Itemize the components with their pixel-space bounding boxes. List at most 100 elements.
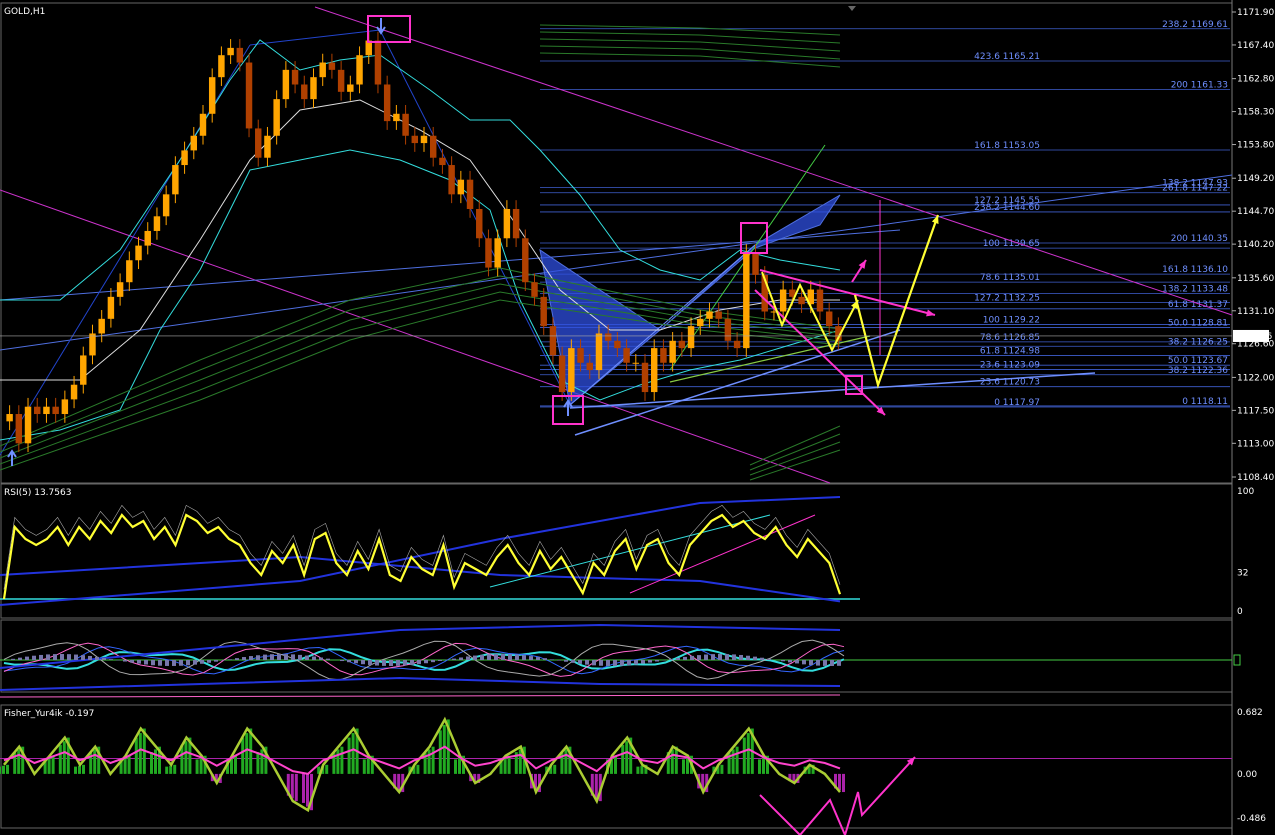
candle-body: [715, 311, 722, 319]
envelope-line: [0, 299, 841, 471]
chart-title: GOLD,H1: [4, 7, 45, 17]
osc-histogram-bar: [704, 654, 708, 660]
osc-histogram-bar: [606, 660, 610, 666]
osc-histogram-bar: [144, 660, 148, 665]
fib-level-label: 23.6 1123.09: [980, 360, 1040, 370]
yellow-arrow-head: [931, 215, 939, 224]
current-price-text: 1127.66: [1235, 332, 1272, 342]
candle-body: [586, 362, 593, 371]
candle-body: [328, 62, 336, 70]
candle-body: [439, 157, 446, 166]
osc-histogram-bar: [277, 654, 281, 660]
fib-level-label: 261.8 1147.22: [1162, 184, 1228, 194]
osc-histogram-bar: [732, 654, 736, 660]
rsi-y-label: 100: [1237, 487, 1254, 497]
candle-body: [540, 296, 547, 327]
candle-body: [199, 113, 207, 136]
candle-body: [577, 348, 584, 363]
candle-body: [172, 165, 179, 195]
fisher-histogram-bar: [184, 741, 188, 774]
envelope-line: [749, 441, 841, 476]
bollinger-upper: [0, 39, 841, 301]
osc-histogram-bar: [753, 656, 757, 660]
candle-body: [503, 208, 511, 239]
trading-chart[interactable]: 1171.90 1167.40 1162.80 1158.30 1153.80 1149.…: [0, 0, 1275, 835]
fisher-histogram-bar: [742, 737, 746, 774]
candle-body: [669, 340, 676, 363]
osc-histogram-bar: [298, 654, 302, 660]
osc-histogram-bar: [368, 660, 372, 665]
fisher-histogram-bar: [241, 737, 245, 774]
y-tick-label: 1167.40: [1237, 41, 1274, 51]
candle-body: [512, 208, 520, 239]
osc-histogram-bar: [669, 659, 673, 660]
osc-histogram-bar: [683, 656, 687, 660]
envelope-line: [749, 425, 841, 466]
candle-body: [660, 348, 667, 363]
fisher-histogram-bar: [325, 764, 329, 774]
fisher-histogram-bar: [366, 757, 370, 774]
osc-histogram-bar: [823, 660, 827, 666]
osc-histogram-bar: [480, 654, 484, 660]
y-tick-label: 1140.20: [1237, 240, 1274, 250]
osc-histogram-bar: [270, 654, 274, 660]
osc-histogram-bar: [242, 657, 246, 660]
candle-body: [153, 216, 161, 231]
osc-histogram-bar: [151, 660, 155, 666]
fib-level-label: 423.6 1165.21: [974, 52, 1040, 62]
y-tick-label: 1149.20: [1237, 174, 1274, 184]
candle-body: [89, 333, 96, 356]
rsi-y-label: 0: [1237, 607, 1243, 617]
candle-body: [15, 414, 23, 444]
candle-body: [255, 128, 262, 158]
zigzag-line: [379, 29, 571, 406]
osc-histogram-bar: [564, 660, 568, 662]
channel-line-lower: [0, 189, 831, 484]
candle-body: [420, 135, 428, 144]
osc-tag: [1233, 654, 1241, 666]
osc-histogram-bar: [60, 654, 64, 660]
fisher-histogram-bar: [62, 741, 66, 774]
candle-body: [568, 348, 575, 393]
fisher-histogram-bar: [82, 764, 85, 774]
fib-level-label: 0 1117.97: [994, 398, 1040, 408]
osc-histogram-bar: [571, 660, 575, 663]
fisher-histogram-bar: [442, 724, 446, 774]
candle-body: [291, 69, 299, 85]
osc-histogram-bar: [193, 660, 197, 665]
fisher-histogram-bar: [336, 749, 340, 774]
fisher-histogram-bar: [731, 749, 735, 774]
osc-histogram-bar: [599, 660, 603, 666]
candle-body: [227, 47, 234, 56]
fisher-histogram-bar: [621, 744, 625, 774]
osc-histogram-bar: [676, 657, 680, 660]
candle-body: [595, 333, 603, 371]
fisher-histogram-bar: [154, 749, 157, 774]
fisher-histogram-bar: [553, 764, 557, 774]
fisher-histogram-bar: [454, 759, 457, 774]
candle-body: [98, 318, 105, 334]
fisher-title: Fisher_Yur4ik -0.197: [4, 709, 94, 719]
candle-body: [614, 340, 621, 349]
fisher-histogram-bar: [351, 733, 355, 774]
fisher-histogram-bar: [294, 773, 298, 802]
osc-histogram-bar: [424, 660, 428, 664]
candle-body: [347, 84, 354, 92]
fisher-histogram-bar: [234, 755, 237, 774]
fisher-histogram-bar: [507, 755, 511, 774]
fib-level-label: 200 1161.33: [1171, 80, 1228, 90]
candle-body: [34, 406, 41, 415]
osc-histogram-bar: [256, 655, 260, 660]
osc-histogram-bar: [613, 660, 617, 666]
osc-histogram-bar: [123, 660, 127, 662]
osc-histogram-bar: [67, 654, 71, 660]
fib-level-label: 0 1118.11: [1182, 397, 1228, 407]
osc-histogram-bar: [158, 660, 162, 666]
osc-histogram-bar: [641, 660, 645, 664]
osc-histogram-bar: [452, 658, 456, 660]
candle-body: [448, 165, 455, 195]
osc-histogram-bar: [235, 658, 239, 660]
osc-histogram-bar: [648, 660, 652, 663]
osc-histogram-bar: [214, 660, 218, 662]
candle-body: [604, 333, 612, 341]
